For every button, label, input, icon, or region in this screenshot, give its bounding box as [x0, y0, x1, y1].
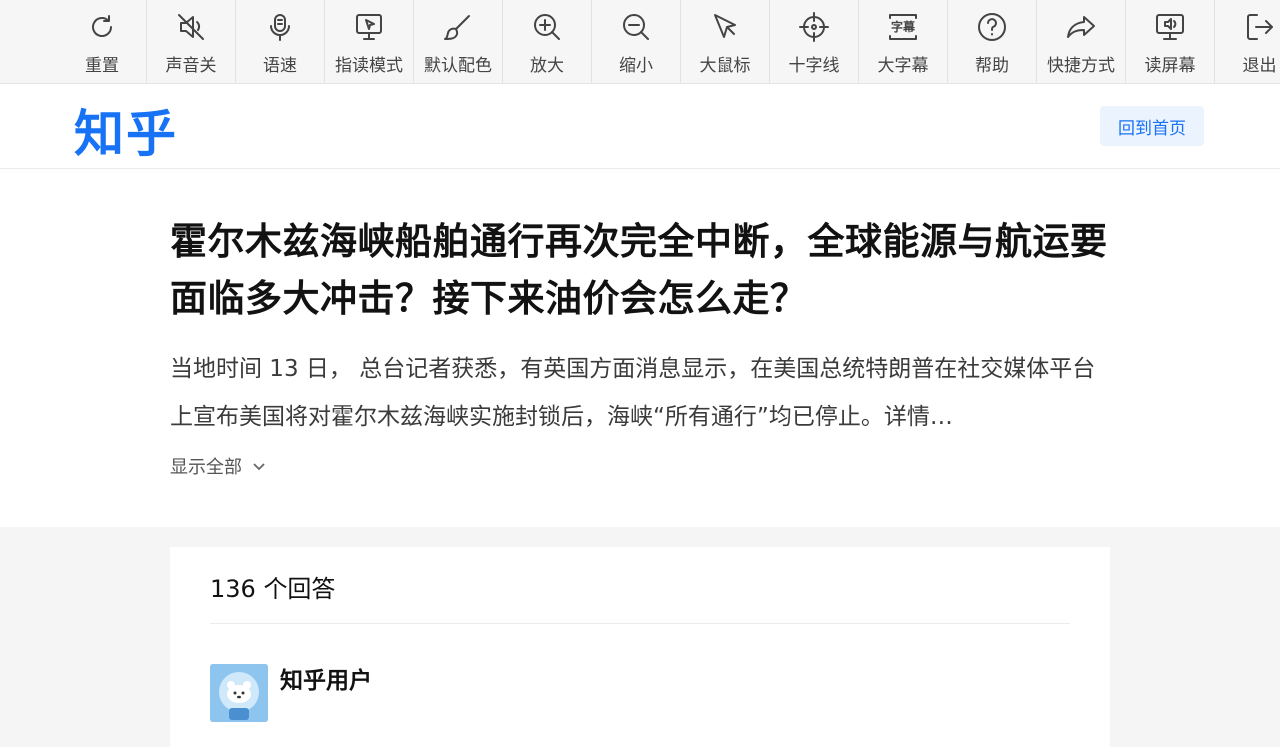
answers-section: 136 个回答 知乎用户 — [170, 547, 1110, 747]
answer-author: 知乎用户 — [210, 664, 372, 722]
sound-off-button[interactable]: 声音关 — [147, 0, 236, 83]
question-excerpt[interactable]: 当地时间 13 日， 总台记者获悉，有英国方面消息显示，在美国总统特朗普在社交媒… — [170, 345, 1110, 441]
svg-text:字幕: 字幕 — [891, 19, 916, 34]
exit-button[interactable]: 退出 — [1215, 0, 1280, 83]
big-cursor-label: 大鼠标 — [699, 56, 751, 76]
default-colors-button[interactable]: 默认配色 — [414, 0, 503, 83]
site-header: 知乎 回到首页 — [0, 84, 1280, 169]
share-arrow-icon — [1067, 16, 1095, 38]
accessibility-toolbar: 重置 声音关 语速 指读模式 默认配色 放大 缩小 大鼠标 十字线 字幕 大字幕… — [0, 0, 1280, 84]
large-caption-label: 大字幕 — [877, 56, 929, 76]
exit-icon — [1246, 14, 1273, 40]
chevron-down-icon — [253, 463, 265, 471]
show-all-button[interactable]: 显示全部 — [170, 453, 266, 479]
pointer-read-mode-button[interactable]: 指读模式 — [325, 0, 414, 83]
reset-label: 重置 — [85, 56, 119, 76]
show-all-label: 显示全部 — [170, 457, 242, 478]
pointer-read-mode-label: 指读模式 — [335, 56, 403, 76]
caption-icon: 字幕 — [889, 14, 917, 40]
large-caption-button[interactable]: 字幕 大字幕 — [859, 0, 948, 83]
shortcuts-label: 快捷方式 — [1047, 56, 1115, 76]
zoom-in-icon — [534, 14, 560, 40]
zoom-out-icon — [623, 14, 649, 40]
speech-rate-button[interactable]: 语速 — [236, 0, 325, 83]
zoom-in-label: 放大 — [530, 56, 564, 76]
sound-off-label: 声音关 — [165, 56, 217, 76]
question-title: 霍尔木兹海峡船舶通行再次完全中断，全球能源与航运要面临多大冲击？接下来油价会怎么… — [170, 220, 1108, 320]
speaker-mute-icon — [178, 14, 204, 40]
crosshair-icon — [799, 12, 829, 42]
avatar-mascot-icon — [210, 664, 268, 722]
brush-icon — [444, 15, 470, 40]
divider — [210, 623, 1070, 624]
screen-reader-icon — [1156, 14, 1184, 40]
zhihu-logo[interactable]: 知乎 — [74, 94, 178, 166]
avatar[interactable] — [210, 664, 268, 722]
refresh-icon — [92, 15, 112, 37]
zoom-in-button[interactable]: 放大 — [503, 0, 592, 83]
back-home-button[interactable]: 回到首页 — [1100, 106, 1204, 146]
crosshair-button[interactable]: 十字线 — [770, 0, 859, 83]
speech-rate-label: 语速 — [263, 56, 297, 76]
zoom-out-button[interactable]: 缩小 — [592, 0, 681, 83]
question-card: 霍尔木兹海峡船舶通行再次完全中断，全球能源与航运要面临多大冲击？接下来油价会怎么… — [0, 169, 1280, 527]
help-label: 帮助 — [975, 56, 1009, 76]
shortcuts-button[interactable]: 快捷方式 — [1037, 0, 1126, 83]
default-colors-label: 默认配色 — [424, 56, 492, 76]
exit-label: 退出 — [1242, 56, 1277, 76]
author-name[interactable]: 知乎用户 — [280, 661, 372, 695]
answers-count: 136 个回答 — [210, 575, 336, 603]
help-icon — [978, 13, 1006, 41]
screen-reader-button[interactable]: 读屏幕 — [1126, 0, 1215, 83]
reset-button[interactable]: 重置 — [58, 0, 147, 83]
big-cursor-button[interactable]: 大鼠标 — [681, 0, 770, 83]
crosshair-label: 十字线 — [788, 56, 840, 76]
microphone-icon — [270, 14, 290, 41]
cursor-icon — [714, 14, 736, 38]
screen-reader-label: 读屏幕 — [1144, 56, 1196, 76]
help-button[interactable]: 帮助 — [948, 0, 1037, 83]
zoom-out-label: 缩小 — [619, 56, 653, 76]
pointer-read-icon — [356, 14, 382, 40]
